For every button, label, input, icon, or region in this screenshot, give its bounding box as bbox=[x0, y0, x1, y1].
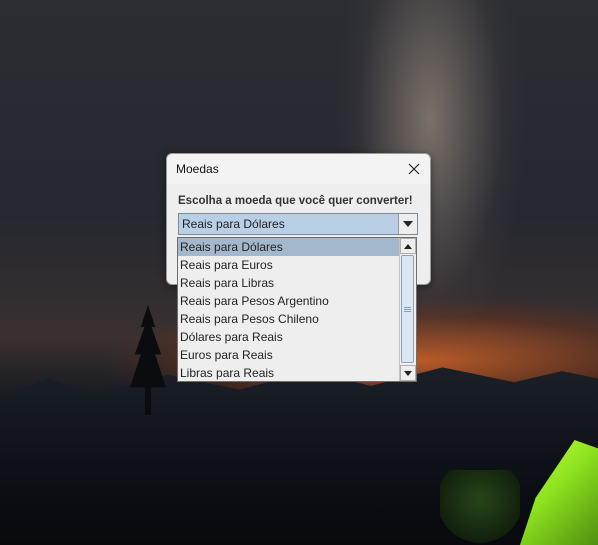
title-bar[interactable]: Moedas bbox=[167, 154, 430, 184]
close-icon bbox=[408, 163, 420, 175]
prompt-label: Escolha a moeda que você quer converter! bbox=[178, 195, 413, 207]
list-item[interactable]: Reais para Dólares bbox=[178, 238, 401, 256]
list-item[interactable]: Reais para Euros bbox=[178, 256, 401, 274]
dropdown-list: Reais para Dólares Reais para Euros Reai… bbox=[178, 238, 401, 381]
grip-icon bbox=[404, 306, 411, 312]
window-title: Moedas bbox=[176, 162, 219, 176]
chevron-up-icon bbox=[404, 243, 412, 249]
list-item[interactable]: Libras para Reais bbox=[178, 364, 401, 381]
wallpaper-bush bbox=[440, 470, 520, 545]
chevron-down-icon bbox=[403, 221, 413, 227]
list-item[interactable]: Reais para Pesos Chileno bbox=[178, 310, 401, 328]
list-item[interactable]: Reais para Pesos Argentino bbox=[178, 292, 401, 310]
scroll-up-button[interactable] bbox=[400, 238, 416, 254]
dropdown-list-popup: Reais para Dólares Reais para Euros Reai… bbox=[177, 237, 417, 382]
scroll-down-button[interactable] bbox=[400, 365, 416, 381]
scroll-thumb[interactable] bbox=[401, 255, 414, 363]
list-item[interactable]: Dólares para Reais bbox=[178, 328, 401, 346]
list-item[interactable]: Reais para Libras bbox=[178, 274, 401, 292]
close-button[interactable] bbox=[404, 159, 424, 179]
vertical-scrollbar[interactable] bbox=[399, 238, 416, 381]
currency-combobox[interactable]: Reais para Dólares bbox=[178, 213, 418, 235]
combobox-selected-value: Reais para Dólares bbox=[182, 217, 285, 231]
combobox-arrow-button[interactable] bbox=[398, 214, 417, 234]
chevron-down-icon bbox=[404, 370, 412, 376]
list-item[interactable]: Euros para Reais bbox=[178, 346, 401, 364]
